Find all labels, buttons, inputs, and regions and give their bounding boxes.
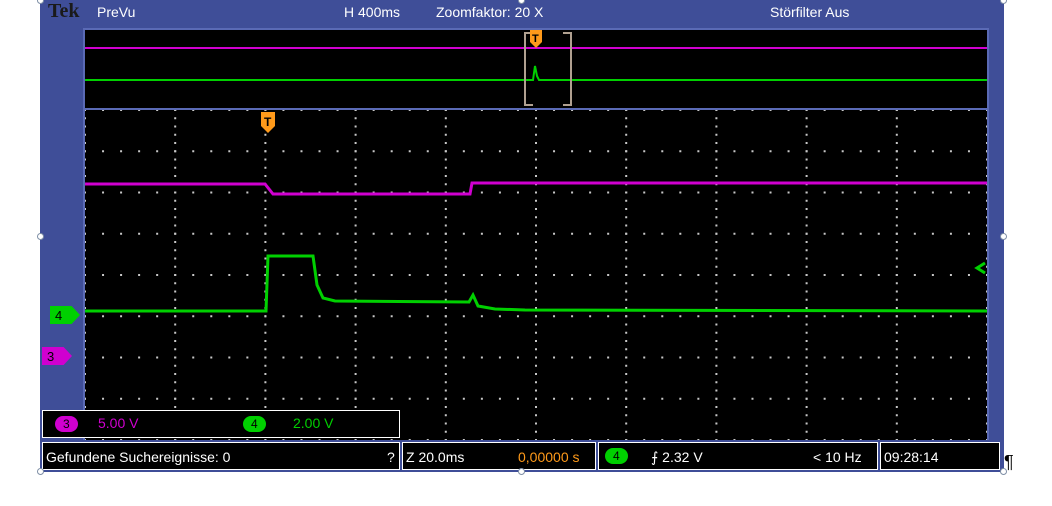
clock-box: 09:28:14 — [880, 442, 1000, 470]
grid-dots — [84, 109, 988, 441]
search-events-label: Gefundene Suchereignisse: 0 — [46, 449, 231, 465]
zoom-time: Z 20.0ms — [406, 449, 465, 465]
help-icon[interactable]: ? — [387, 449, 395, 465]
channel-scale-panel: 3 5.00 V 4 2.00 V — [42, 410, 400, 438]
graticule-svg: T — [84, 109, 988, 441]
overview-ch4-trace — [85, 65, 987, 81]
overview-trigger-marker-icon: T — [530, 30, 542, 48]
clock-time: 09:28:14 — [884, 449, 939, 465]
svg-text:T: T — [532, 33, 539, 45]
zoom-position: 0,00000 s — [518, 449, 580, 465]
ch3-badge[interactable]: 3 — [55, 416, 78, 432]
ch4-offset-marker[interactable]: 4 — [50, 306, 80, 324]
trigger-frequency: < 10 Hz — [813, 449, 862, 465]
zoom-bracket-right — [563, 32, 572, 106]
resize-handle-top-right[interactable] — [1000, 0, 1007, 4]
mode-label: PreVu — [97, 4, 136, 20]
paragraph-mark: ¶ — [1004, 452, 1014, 472]
resize-handle-bottom-left[interactable] — [37, 468, 44, 475]
overview-panel: T — [83, 28, 989, 110]
zoom-time-box[interactable]: Z 20.0ms 0,00000 s — [402, 442, 596, 470]
search-events-box[interactable]: Gefundene Suchereignisse: 0 ? — [42, 442, 400, 470]
trigger-position-marker-icon: T — [261, 112, 275, 133]
main-graticule: T — [83, 109, 989, 441]
zoom-factor: Zoomfaktor: 20 X — [436, 4, 544, 20]
resize-handle-bottom-center[interactable] — [518, 468, 525, 475]
ch4-scale: 2.00 V — [293, 415, 334, 431]
overview-waveforms: T — [85, 30, 987, 106]
tek-logo: Tek — [48, 0, 80, 22]
trigger-level: ⨍ 2.32 V — [651, 449, 703, 465]
horizontal-scale: H 400ms — [344, 4, 401, 20]
ch3-offset-marker[interactable]: 3 — [42, 347, 72, 365]
noise-filter-status: Störfilter Aus — [770, 4, 850, 20]
resize-handle-middle-right[interactable] — [1000, 233, 1007, 240]
ch4-badge[interactable]: 4 — [243, 416, 266, 432]
scope-screenshot-frame: Tek PreVu H 400ms Zoomfaktor: 20 X Störf… — [40, 0, 1004, 472]
ch3-scale: 5.00 V — [98, 415, 139, 431]
trigger-level-arrow-icon — [974, 261, 986, 275]
svg-text:T: T — [264, 115, 272, 129]
resize-handle-middle-left[interactable] — [37, 233, 44, 240]
trigger-channel-badge: 4 — [605, 448, 628, 464]
trigger-box[interactable]: 4 ⨍ 2.32 V < 10 Hz — [598, 442, 878, 470]
